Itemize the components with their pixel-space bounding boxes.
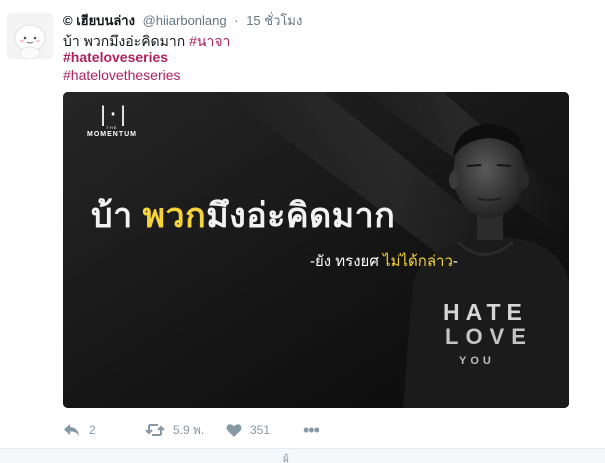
quote-part: - <box>452 253 458 270</box>
tweet-text-line: #hateloveseries <box>63 49 168 65</box>
headline-part: บ้า <box>91 197 143 235</box>
more-icon: ••• <box>303 420 320 440</box>
next-item-text: ผู้ <box>283 454 289 463</box>
quote-part: -ยัง ทรงยศ <box>310 253 384 270</box>
retweet-icon <box>145 422 165 438</box>
like-count: 351 <box>250 423 271 437</box>
media-quote-attribution: -ยัง ทรงยศ ไม่ได้กล่าว- <box>310 249 458 273</box>
tweet-text-body: บ้า พวกมึงอ่ะคิดมาก <box>63 33 186 49</box>
hashtag-link[interactable]: #นาจา <box>189 33 230 49</box>
momentum-logo: |·| THE MOMENTUM <box>87 103 137 139</box>
tweet-header: © เฮียบนล่าง @hiiarbonlang · 15 ชั่วโมง <box>63 10 302 31</box>
reply-icon <box>63 422 81 438</box>
tweet: © เฮียบนล่าง @hiiarbonlang · 15 ชั่วโมง … <box>0 0 605 463</box>
retweet-button[interactable]: 5.9 พ. <box>145 420 204 440</box>
tweet-timestamp[interactable]: 15 ชั่วโมง <box>246 13 302 28</box>
next-item-area <box>0 449 605 463</box>
media-headline: บ้า พวกมึงอ่ะคิดมาก <box>91 188 395 242</box>
tweet-media-image[interactable]: |·| THE MOMENTUM บ้า พวกมึงอ่ะคิดมาก -ยั… <box>63 92 569 408</box>
more-button[interactable]: ••• <box>303 420 320 440</box>
hashtag-link[interactable]: #hateloveseries <box>63 49 168 65</box>
quote-highlight: ไม่ได้กล่าว <box>383 253 453 270</box>
logo-mark: |·| <box>96 102 129 126</box>
reply-count: 2 <box>89 423 96 437</box>
heart-icon <box>226 423 242 438</box>
headline-part: มึงอ่ะคิดมาก <box>206 197 396 235</box>
reply-button[interactable]: 2 <box>63 420 96 440</box>
logo-word: MOMENTUM <box>87 131 137 138</box>
author-handle[interactable]: @hiiarbonlang <box>143 13 227 28</box>
retweet-count: 5.9 พ. <box>173 422 205 437</box>
headline-highlight: พวก <box>142 197 207 235</box>
tweet-actions: 2 5.9 พ. 351 ••• <box>63 420 363 440</box>
hashtag-link[interactable]: #hatelovetheseries <box>63 67 181 83</box>
avatar-cartoon-image <box>7 13 53 59</box>
avatar[interactable] <box>7 13 53 59</box>
like-button[interactable]: 351 <box>226 420 270 440</box>
shirt-word-hate: HATE <box>443 299 528 325</box>
author-name[interactable]: © เฮียบนล่าง <box>63 13 135 28</box>
header-separator: · <box>234 13 239 28</box>
tweet-text-line: #hatelovetheseries <box>63 67 181 83</box>
shirt-word-you: YOU <box>459 355 495 367</box>
shirt-word-love: LOVE <box>445 324 533 349</box>
